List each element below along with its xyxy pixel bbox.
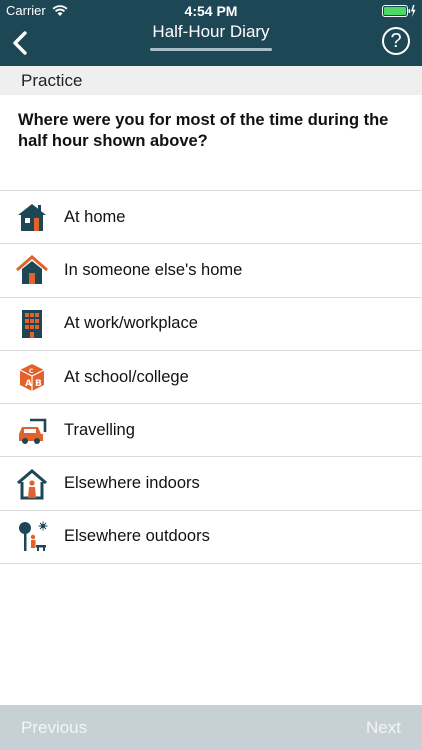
svg-text:A: A [25, 379, 32, 389]
house-icon [18, 204, 46, 232]
previous-button[interactable]: Previous [21, 718, 87, 738]
section-header: Practice [0, 66, 422, 95]
battery-icon [382, 5, 416, 17]
diary-progress-bar [150, 48, 272, 51]
option-work[interactable]: At work/workplace [0, 298, 422, 351]
page-title: Half-Hour Diary [152, 22, 270, 41]
section-label: Practice [21, 71, 83, 90]
house-orange-icon [16, 255, 48, 285]
option-label: Travelling [64, 420, 135, 439]
option-label: At home [64, 207, 126, 226]
option-elsewhere-outdoors[interactable]: Elsewhere outdoors [0, 511, 422, 565]
car-icon [19, 419, 47, 445]
outdoors-icon [19, 521, 48, 551]
option-travelling[interactable]: Travelling [0, 404, 422, 458]
status-bar: Carrier 4:54 PM [0, 0, 422, 22]
next-button[interactable]: Next [366, 718, 401, 738]
option-label: Elsewhere indoors [64, 474, 200, 493]
option-elsewhere-indoors[interactable]: Elsewhere indoors [0, 457, 422, 511]
svg-text:C: C [29, 368, 34, 375]
bottom-navigation: Previous Next [0, 705, 422, 750]
help-button[interactable]: ? [382, 27, 410, 55]
option-at-home[interactable]: At home [0, 191, 422, 245]
navigation-bar: Half-Hour Diary ? [0, 20, 422, 66]
option-label: In someone else's home [64, 260, 243, 279]
status-time: 4:54 PM [184, 3, 238, 19]
top-bar: Carrier 4:54 PM Half-Hour Diary ? [0, 0, 422, 66]
office-building-icon [22, 309, 42, 338]
option-label: At school/college [64, 367, 189, 386]
option-someone-elses-home[interactable]: In someone else's home [0, 244, 422, 298]
abc-block-icon: A B C [19, 364, 45, 392]
diary-progress-fill [150, 48, 272, 51]
question-text: Where were you for most of the time duri… [18, 111, 389, 150]
option-label: At work/workplace [64, 314, 198, 333]
indoors-icon [17, 468, 47, 500]
location-options-list: At home In someone else's home At work/w… [0, 190, 422, 565]
option-school[interactable]: A B C At school/college [0, 351, 422, 405]
option-label: Elsewhere outdoors [64, 527, 210, 546]
svg-text:B: B [35, 379, 42, 389]
